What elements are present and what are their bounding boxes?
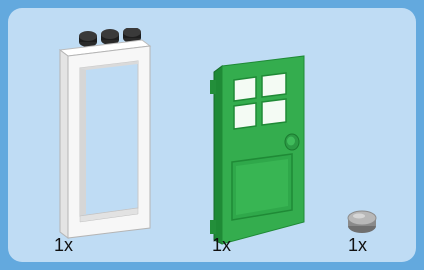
- tile-quantity: 1x: [348, 235, 368, 255]
- door-quantity: 1x: [212, 235, 232, 255]
- door-frame-part: [46, 27, 154, 240]
- round-tile-image: [347, 210, 377, 233]
- green-door-image: [210, 55, 305, 245]
- parts-list-border: 1x 1x 1x: [0, 0, 424, 270]
- round-tile-part: [342, 204, 382, 236]
- parts-list-panel: 1x 1x 1x: [8, 8, 416, 262]
- frame-quantity: 1x: [54, 235, 74, 255]
- door-frame-image: [58, 27, 152, 239]
- green-door-part: [206, 50, 310, 246]
